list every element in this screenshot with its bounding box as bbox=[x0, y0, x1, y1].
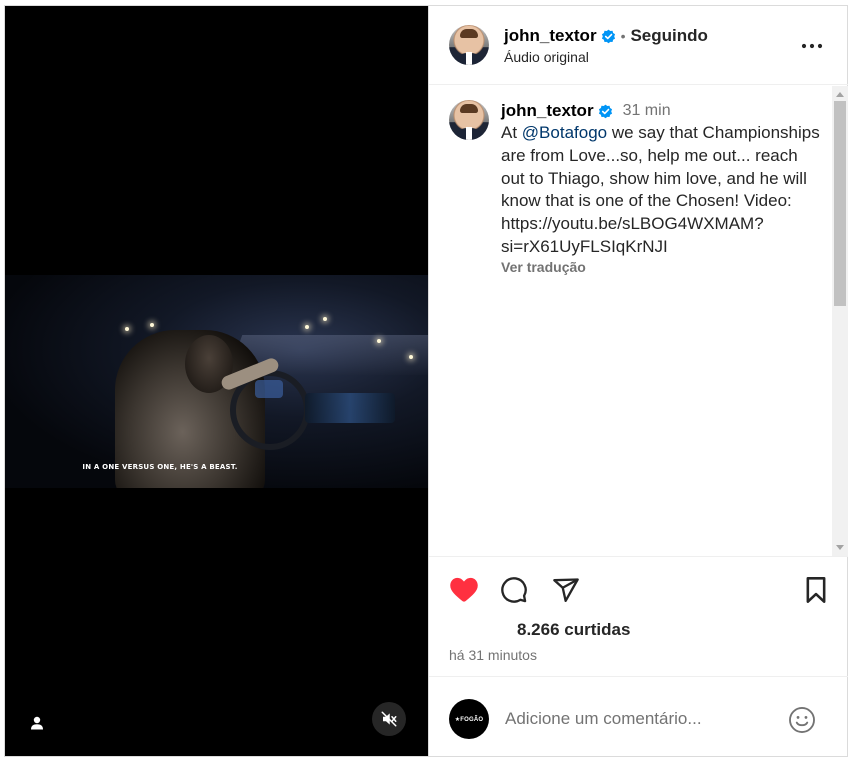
more-options-button[interactable] bbox=[800, 34, 824, 58]
save-button[interactable] bbox=[799, 573, 833, 607]
post-dialog: IN A ONE VERSUS ONE, HE'S A BEAST. john_… bbox=[4, 5, 848, 757]
post-header: john_textor • Seguindo Áudio original bbox=[429, 6, 848, 85]
emoji-button[interactable] bbox=[787, 705, 817, 735]
scroll-down-arrow[interactable] bbox=[836, 545, 844, 550]
see-translation-button[interactable]: Ver tradução bbox=[501, 259, 826, 275]
like-button[interactable] bbox=[447, 573, 481, 607]
post-actions: 8.266 curtidas há 31 minutos bbox=[429, 556, 848, 676]
caption-text-rest: we say that Championships are from Love.… bbox=[501, 123, 820, 256]
more-icon bbox=[801, 43, 823, 49]
caption-username[interactable]: john_textor bbox=[501, 101, 594, 121]
author-username[interactable]: john_textor bbox=[504, 26, 597, 46]
scroll-up-arrow[interactable] bbox=[836, 92, 844, 97]
bookmark-icon bbox=[806, 577, 826, 603]
heart-icon bbox=[450, 577, 478, 602]
share-icon bbox=[553, 578, 579, 603]
scroll-thumb[interactable] bbox=[834, 101, 846, 306]
video-subtitle: IN A ONE VERSUS ONE, HE'S A BEAST. bbox=[82, 463, 238, 471]
comment-input[interactable] bbox=[505, 705, 775, 733]
verified-icon bbox=[601, 29, 616, 44]
comment-bar: ★FOGÃO bbox=[429, 676, 848, 756]
video-player[interactable]: IN A ONE VERSUS ONE, HE'S A BEAST. bbox=[5, 6, 428, 756]
caption-text: At @Botafogo we say that Championships a… bbox=[501, 122, 826, 259]
share-button[interactable] bbox=[549, 573, 583, 607]
post-sidebar: john_textor • Seguindo Áudio original jo… bbox=[428, 6, 848, 756]
mention-link[interactable]: @Botafogo bbox=[522, 123, 607, 142]
mute-button[interactable] bbox=[372, 702, 406, 736]
comments-section[interactable]: john_textor 31 min At @Botafogo we say t… bbox=[429, 86, 848, 556]
video-frame[interactable]: IN A ONE VERSUS ONE, HE'S A BEAST. bbox=[5, 275, 428, 488]
comment-button[interactable] bbox=[497, 573, 531, 607]
posted-time[interactable]: há 31 minutos bbox=[449, 647, 537, 663]
caption-author-avatar[interactable] bbox=[449, 100, 489, 140]
caption-time[interactable]: 31 min bbox=[623, 102, 671, 120]
author-avatar[interactable] bbox=[449, 25, 489, 65]
comments-scrollbar[interactable] bbox=[832, 86, 848, 556]
likes-count[interactable]: 8.266 curtidas bbox=[517, 620, 630, 640]
comment-icon bbox=[501, 577, 527, 603]
caption-text-start: At bbox=[501, 123, 522, 142]
current-user-avatar[interactable]: ★FOGÃO bbox=[449, 699, 489, 739]
following-button[interactable]: Seguindo bbox=[630, 26, 707, 46]
user-tag-icon bbox=[31, 716, 43, 730]
user-tag-button[interactable] bbox=[25, 711, 49, 735]
verified-icon bbox=[598, 104, 613, 119]
emoji-icon bbox=[789, 707, 815, 733]
mute-icon bbox=[381, 711, 397, 727]
original-audio-link[interactable]: Áudio original bbox=[504, 49, 708, 65]
separator-dot: • bbox=[620, 28, 626, 44]
